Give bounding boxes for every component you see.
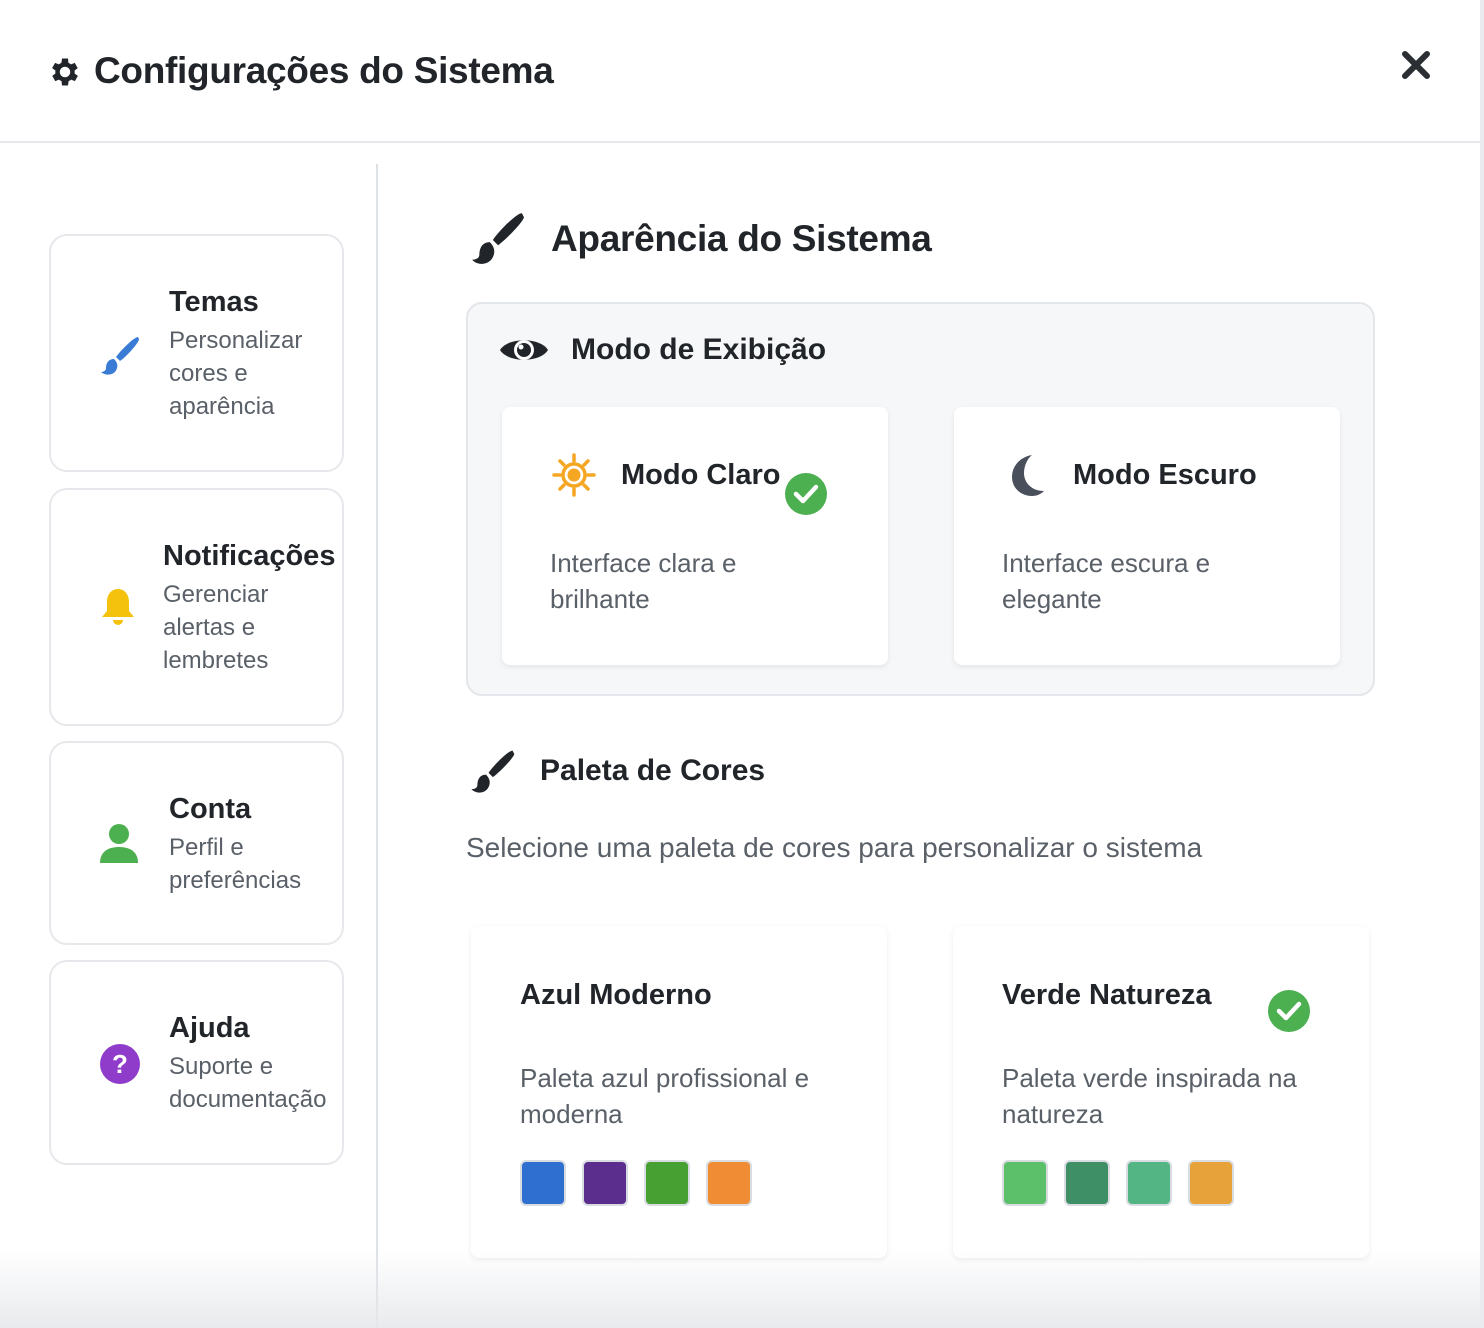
svg-text:?: ? [112, 1049, 128, 1079]
sidebar-item-title: Notificações [163, 540, 336, 572]
question-circle-icon: ? [100, 1044, 140, 1084]
moon-icon [1012, 455, 1044, 496]
sidebar-item-title: Temas [169, 286, 259, 318]
sun-icon [552, 453, 596, 497]
sidebar-item-desc: Personalizar cores e aparência [169, 327, 303, 420]
sidebar-item-ajuda[interactable]: ? Ajuda Suporte e documentação [49, 960, 344, 1165]
mode-option-light[interactable]: Modo Claro Interface clara e brilhante [502, 407, 888, 665]
sidebar-item-title: Ajuda [169, 1012, 250, 1044]
color-swatches [1002, 1160, 1234, 1206]
sidebar-item-desc: Suporte e documentação [169, 1053, 327, 1113]
mode-option-title: Modo Claro [621, 459, 781, 491]
mode-option-dark[interactable]: Modo Escuro Interface escura e elegante [954, 407, 1340, 665]
color-swatch[interactable] [520, 1160, 566, 1206]
color-swatch[interactable] [1064, 1160, 1110, 1206]
mode-option-desc: Interface clara e brilhante [550, 548, 737, 614]
color-swatch[interactable] [1126, 1160, 1172, 1206]
palette-option-title: Azul Moderno [520, 979, 712, 1011]
sidebar-item-temas[interactable]: Temas Personalizar cores e aparência [49, 234, 344, 472]
modal-header: Configurações do Sistema [0, 0, 1484, 143]
sidebar-item-desc: Perfil e preferências [169, 834, 302, 894]
eye-icon [500, 340, 548, 360]
check-circle-icon [785, 473, 827, 515]
palette-option-desc: Paleta azul profissional e moderna [520, 1063, 810, 1129]
section-title: Aparência do Sistema [551, 218, 932, 259]
scrollbar-track[interactable] [1480, 0, 1484, 1328]
user-icon [100, 824, 138, 863]
mode-option-title: Modo Escuro [1073, 459, 1257, 491]
bell-icon [102, 589, 134, 625]
sidebar-divider [376, 164, 378, 1328]
color-swatch[interactable] [706, 1160, 752, 1206]
color-swatch[interactable] [1188, 1160, 1234, 1206]
color-swatch[interactable] [582, 1160, 628, 1206]
mode-option-desc: Interface escura e elegante [1002, 548, 1211, 614]
sidebar-item-title: Conta [169, 793, 252, 825]
display-mode-title: Modo de Exibição [571, 333, 827, 366]
palette-option-desc: Paleta verde inspirada na natureza [1002, 1063, 1297, 1129]
color-swatch[interactable] [1002, 1160, 1048, 1206]
palette-hint: Selecione uma paleta de cores para perso… [466, 832, 1203, 863]
paintbrush-icon [471, 750, 515, 793]
sidebar-item-notificacoes[interactable]: Notificações Gerenciar alertas e lembret… [49, 488, 344, 726]
gear-icon [52, 58, 78, 86]
color-swatches [520, 1160, 752, 1206]
modal-title: Configurações do Sistema [94, 50, 554, 91]
color-swatch[interactable] [644, 1160, 690, 1206]
sidebar-item-conta[interactable]: Conta Perfil e preferências [49, 741, 344, 945]
close-icon[interactable] [1401, 50, 1431, 80]
palette-title: Paleta de Cores [540, 754, 766, 787]
palette-option-verde[interactable]: Verde Natureza Paleta verde inspirada na… [953, 926, 1369, 1258]
palette-option-title: Verde Natureza [1002, 979, 1212, 1011]
sidebar-item-desc: Gerenciar alertas e lembretes [163, 581, 269, 674]
paintbrush-icon [472, 213, 524, 264]
paintbrush-icon [101, 337, 139, 375]
check-circle-icon [1268, 990, 1310, 1032]
scroll-fade [0, 1250, 1484, 1328]
palette-option-azul[interactable]: Azul Moderno Paleta azul profissional e … [471, 926, 887, 1258]
display-mode-panel: Modo de Exibição Modo Claro Interface cl… [466, 302, 1375, 696]
